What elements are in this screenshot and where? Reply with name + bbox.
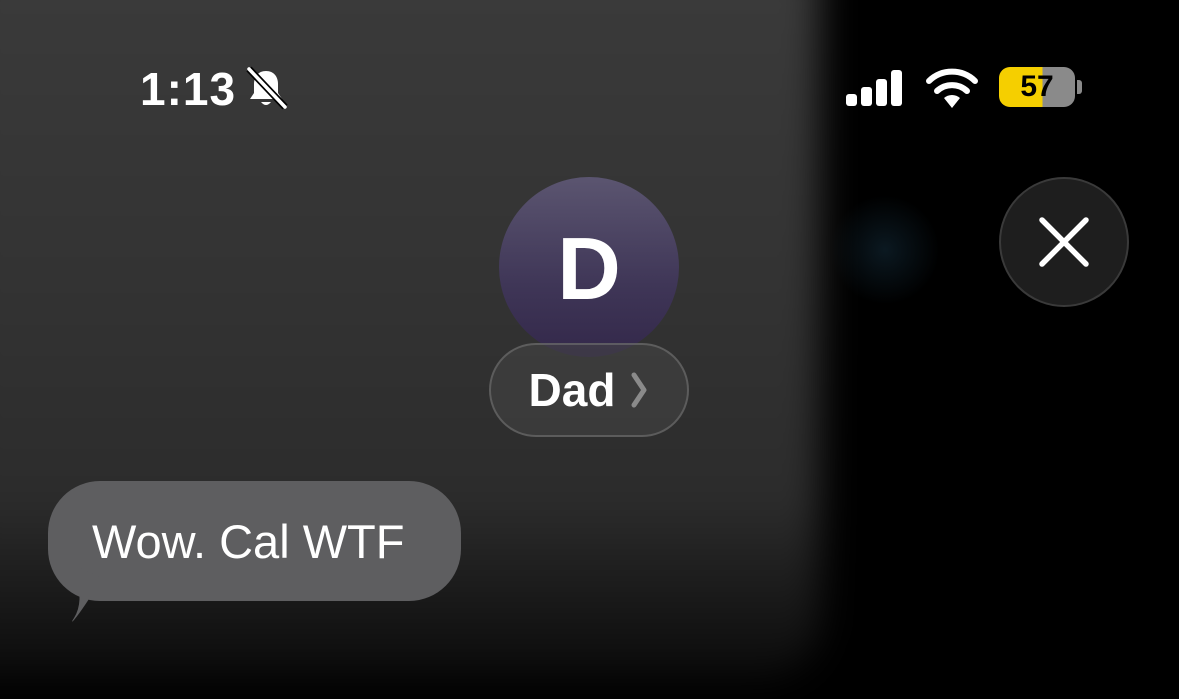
contact-avatar[interactable]: D — [499, 177, 679, 357]
battery-indicator: 57 — [999, 67, 1075, 107]
close-icon — [1039, 217, 1089, 267]
battery-level: 57 — [1020, 70, 1054, 103]
avatar-initial: D — [557, 219, 621, 318]
contact-name: Dad — [528, 364, 616, 416]
battery-tip — [1077, 80, 1082, 94]
status-time: 1:13 — [140, 63, 237, 115]
cellular-signal-icon — [846, 70, 902, 106]
contact-name-button[interactable]: Dad — [489, 343, 689, 437]
bubble-tail — [72, 568, 102, 622]
close-button[interactable] — [999, 177, 1129, 307]
chevron-right-icon — [631, 372, 647, 408]
bell-slash-icon — [246, 66, 288, 110]
background-glow — [830, 195, 940, 305]
message-text: Wow. Cal WTF — [92, 515, 405, 568]
wifi-icon — [926, 68, 978, 108]
